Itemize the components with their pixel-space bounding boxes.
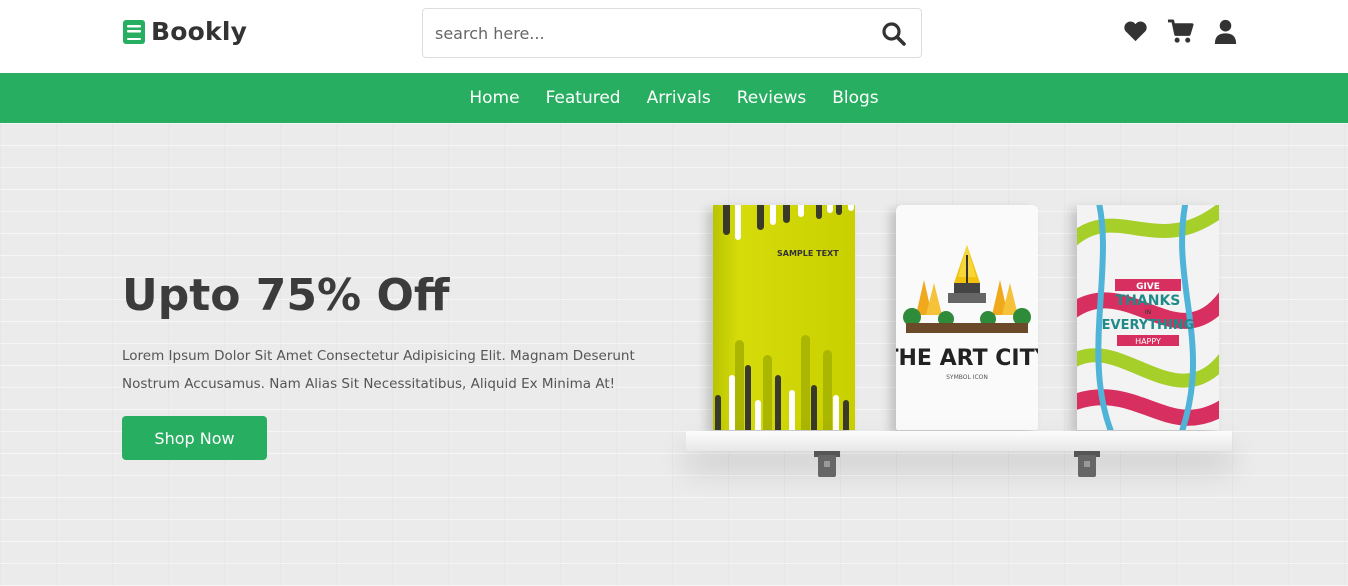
search-form [422, 8, 922, 58]
nav-arrivals[interactable]: Arrivals [647, 88, 711, 108]
shelf [686, 431, 1232, 451]
book-cover-1[interactable]: SAMPLE TEXT [713, 205, 855, 430]
logo[interactable]: Bookly [122, 17, 247, 46]
search-icon[interactable] [881, 21, 907, 47]
book-cover-3[interactable]: GIVE THANKS IN EVERYTHING HAPPY [1077, 205, 1219, 430]
shelf-bracket-left [814, 451, 840, 477]
user-icon[interactable] [1212, 18, 1239, 45]
main-nav: Home Featured Arrivals Reviews Blogs [0, 73, 1348, 123]
svg-text:GIVE: GIVE [1136, 282, 1160, 292]
nav-blogs[interactable]: Blogs [832, 88, 878, 108]
search-input[interactable] [435, 9, 855, 57]
svg-text:SAMPLE TEXT: SAMPLE TEXT [777, 249, 839, 258]
heart-icon[interactable] [1122, 18, 1149, 45]
book-cover-3-art: GIVE THANKS IN EVERYTHING HAPPY [1077, 205, 1219, 430]
nav-reviews[interactable]: Reviews [737, 88, 807, 108]
svg-text:THANKS: THANKS [1116, 293, 1181, 309]
svg-text:HAPPY: HAPPY [1135, 337, 1161, 346]
book-cover-2-art: THE ART CITY SYMBOL ICON [896, 245, 1038, 381]
hero-title: Upto 75% Off [122, 270, 450, 321]
nav-featured[interactable]: Featured [546, 88, 621, 108]
top-header: Bookly [0, 0, 1348, 73]
nav-home[interactable]: Home [469, 88, 519, 108]
svg-text:IN: IN [1145, 309, 1151, 316]
book-icon [123, 19, 145, 44]
book-cover-2[interactable]: THE ART CITY SYMBOL ICON [896, 205, 1038, 430]
book-cover-1-art: SAMPLE TEXT [715, 205, 854, 430]
shop-now-button[interactable]: Shop Now [122, 416, 267, 460]
header-icons [1122, 18, 1239, 45]
hero-section: Upto 75% Off Lorem Ipsum Dolor Sit Amet … [0, 123, 1348, 586]
shelf-bracket-right [1074, 451, 1100, 477]
cart-icon[interactable] [1167, 18, 1194, 45]
svg-text:EVERYTHING: EVERYTHING [1102, 318, 1195, 333]
logo-text: Bookly [151, 17, 248, 46]
hero-description: Lorem Ipsum Dolor Sit Amet Consectetur A… [122, 348, 635, 392]
svg-text:SYMBOL ICON: SYMBOL ICON [946, 374, 988, 381]
svg-text:THE ART CITY: THE ART CITY [896, 346, 1038, 371]
